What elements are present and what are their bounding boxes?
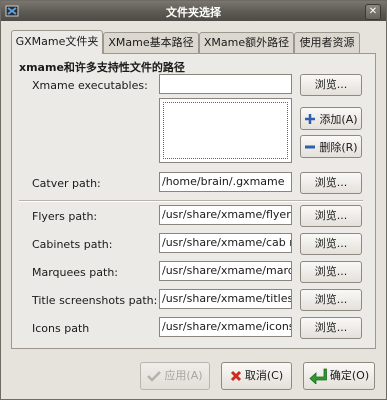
separator [19, 200, 363, 202]
close-icon[interactable]: ✕ [365, 4, 381, 20]
executables-browse-button[interactable]: 浏览... [300, 74, 362, 96]
add-button[interactable]: 添加(A) [300, 107, 362, 130]
cancel-button[interactable]: 取消(C) [221, 362, 292, 390]
marquees-input[interactable]: /usr/share/xmame/marq [159, 261, 292, 281]
cancel-button-label: 取消(C) [244, 369, 284, 382]
flyers-browse-button[interactable]: 浏览... [300, 205, 362, 227]
catver-browse-button[interactable]: 浏览... [300, 172, 362, 194]
remove-button[interactable]: 删除(R) [300, 135, 362, 158]
tab-gxmame-folders[interactable]: GXMame文件夹 [11, 30, 103, 54]
add-button-label: 添加(A) [319, 112, 358, 126]
flyers-input[interactable]: /usr/share/xmame/flyers [159, 205, 292, 225]
list-focus-rect [163, 102, 288, 159]
flyers-label: Flyers path: [32, 210, 98, 223]
cancel-x-icon [230, 370, 241, 382]
marquees-label: Marquees path: [32, 266, 118, 279]
titles-label: Title screenshots path: [32, 294, 158, 307]
catver-label: Catver path: [32, 177, 101, 190]
executables-input[interactable] [159, 74, 292, 94]
window-title: 文件夹选择 [166, 6, 221, 19]
tab-xmame-base-paths[interactable]: XMame基本路径 [103, 32, 199, 53]
plus-icon [305, 113, 316, 124]
remove-button-label: 删除(R) [319, 140, 358, 154]
apply-button[interactable]: 应用(A) [140, 362, 210, 390]
cabinets-label: Cabinets path: [32, 238, 113, 251]
apply-button-label: 应用(A) [164, 369, 203, 382]
checkmark-icon [147, 371, 162, 382]
tab-user-resources[interactable]: 使用者资源 [294, 32, 360, 53]
catver-input[interactable]: /home/brain/.gxmame [159, 172, 292, 192]
ok-button[interactable]: 确定(O) [303, 362, 375, 390]
tab-xmame-extra-paths[interactable]: XMame额外路径 [199, 32, 294, 53]
icons-input[interactable]: /usr/share/xmame/icons [159, 317, 292, 337]
cabinets-input[interactable]: /usr/share/xmame/cab n [159, 233, 292, 253]
titles-browse-button[interactable]: 浏览... [300, 289, 362, 311]
titles-input[interactable]: /usr/share/xmame/titles [159, 289, 292, 309]
ok-arrow-icon [309, 368, 327, 384]
cabinets-browse-button[interactable]: 浏览... [300, 233, 362, 255]
marquees-browse-button[interactable]: 浏览... [300, 261, 362, 283]
title-bar[interactable]: 文件夹选择 ✕ [1, 1, 386, 21]
icons-label: Icons path [32, 322, 90, 335]
icons-browse-button[interactable]: 浏览... [300, 317, 362, 339]
executables-list[interactable] [159, 98, 292, 163]
section-title: xmame和许多支持性文件的路径 [19, 61, 185, 74]
minus-icon [305, 145, 316, 148]
executables-label: Xmame executables: [32, 79, 148, 92]
ok-button-label: 确定(O) [329, 369, 370, 382]
